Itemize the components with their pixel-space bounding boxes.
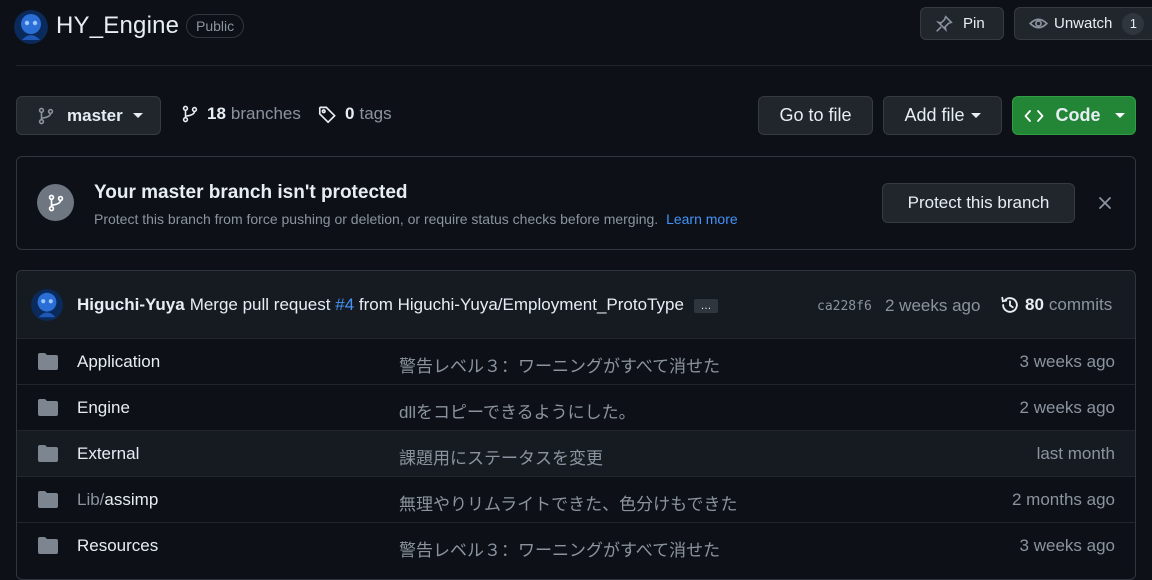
protect-branch-button[interactable]: Protect this branch (882, 183, 1075, 223)
commit-time: 2 weeks ago (885, 296, 981, 315)
unwatch-label: Unwatch (1054, 15, 1113, 32)
file-row[interactable]: External 課題用にステータスを変更 last month (17, 430, 1135, 476)
repo-name[interactable]: HY_Engine (56, 12, 179, 40)
file-commit-message[interactable]: 課題用にステータスを変更 (399, 444, 603, 469)
tags-label: tags (359, 104, 392, 123)
branch-icon (37, 184, 74, 221)
commit-message-prefix[interactable]: Merge pull request (190, 295, 331, 314)
file-age: last month (1036, 444, 1115, 463)
folder-icon (38, 353, 58, 370)
file-row[interactable]: Resources 警告レベル３：ワーニングがすべて消せた 3 weeks ag… (17, 522, 1135, 568)
banner-description-text: Protect this branch from force pushing o… (94, 211, 659, 227)
pin-label: Pin (963, 15, 985, 32)
file-commit-message[interactable]: 警告レベル３：ワーニングがすべて消せた (399, 536, 720, 561)
file-row[interactable]: Engine dllをコピーできるようにした。 2 weeks ago (17, 384, 1135, 430)
folder-icon (38, 491, 58, 508)
file-age: 2 months ago (1011, 490, 1115, 509)
add-file-label: Add file (904, 105, 965, 125)
folder-icon (38, 399, 58, 416)
pin-button[interactable]: Pin (920, 7, 1004, 40)
code-button[interactable]: Code (1012, 96, 1136, 135)
close-icon[interactable] (1095, 193, 1115, 213)
folder-icon (38, 445, 58, 462)
file-name[interactable]: Engine (77, 398, 130, 418)
header-divider (16, 65, 1152, 66)
code-icon (1024, 108, 1044, 124)
chevron-down-icon (1114, 113, 1125, 118)
file-age: 3 weeks ago (1019, 536, 1115, 555)
branches-count: 18 (207, 104, 226, 123)
visibility-badge: Public (186, 14, 245, 38)
commits-count: 80 (1025, 295, 1044, 314)
branch-icon (37, 107, 55, 125)
chevron-down-icon (132, 113, 143, 118)
branches-label: branches (230, 104, 301, 123)
file-list: Higuchi-Yuya Merge pull request #4 from H… (16, 270, 1136, 580)
commits-label: commits (1048, 295, 1113, 314)
unwatch-button[interactable]: Unwatch 1 (1014, 7, 1152, 40)
eye-icon (1029, 14, 1048, 33)
commit-message-suffix[interactable]: from Higuchi-Yuya/Employment_ProtoType (359, 295, 684, 314)
file-name[interactable]: External (77, 444, 139, 464)
banner-description: Protect this branch from force pushing o… (94, 211, 738, 227)
file-age: 3 weeks ago (1019, 352, 1115, 371)
file-name[interactable]: Lib/assimp (77, 490, 158, 510)
pull-request-link[interactable]: #4 (335, 295, 354, 314)
banner-title: Your master branch isn't protected (94, 182, 408, 203)
history-icon (1000, 295, 1020, 315)
file-name[interactable]: Application (77, 352, 160, 372)
code-label: Code (1055, 105, 1101, 125)
file-row[interactable]: Application 警告レベル３：ワーニングがすべて消せた 3 weeks … (17, 338, 1135, 384)
current-branch: master (67, 105, 123, 125)
file-commit-message[interactable]: 警告レベル３：ワーニングがすべて消せた (399, 352, 720, 377)
folder-icon (38, 537, 58, 554)
branches-link[interactable]: 18 branches (181, 104, 301, 124)
file-age: 2 weeks ago (1019, 398, 1115, 417)
go-to-file-button[interactable]: Go to file (758, 96, 873, 135)
file-commit-message[interactable]: 無理やりリムライトできた、色分けもできた (399, 490, 737, 515)
commit-author[interactable]: Higuchi-Yuya (77, 295, 185, 314)
watch-count: 1 (1122, 12, 1145, 35)
file-commit-message[interactable]: dllをコピーできるようにした。 (399, 398, 636, 423)
latest-commit: Higuchi-Yuya Merge pull request #4 from H… (17, 271, 1135, 339)
file-name[interactable]: Resources (77, 536, 158, 556)
pin-icon (935, 14, 953, 33)
tags-link[interactable]: 0 tags (318, 104, 392, 124)
avatar[interactable] (31, 289, 63, 321)
branch-protection-banner: Your master branch isn't protected Prote… (16, 156, 1136, 250)
expand-commit-button[interactable]: … (693, 298, 718, 313)
branch-select-button[interactable]: master (16, 96, 161, 135)
repo-owner-avatar[interactable] (14, 10, 48, 44)
commit-message: Higuchi-Yuya Merge pull request #4 from H… (77, 295, 718, 315)
chevron-down-icon (970, 113, 981, 118)
tag-icon (318, 105, 337, 124)
branch-icon (181, 104, 199, 124)
commit-sha[interactable]: ca228f6 (817, 299, 872, 314)
commits-link[interactable]: 80 commits (1000, 295, 1112, 315)
tags-count: 0 (345, 104, 355, 123)
add-file-button[interactable]: Add file (883, 96, 1002, 135)
file-row[interactable]: Lib/assimp 無理やりリムライトできた、色分けもできた 2 months… (17, 476, 1135, 522)
learn-more-link[interactable]: Learn more (666, 211, 738, 227)
